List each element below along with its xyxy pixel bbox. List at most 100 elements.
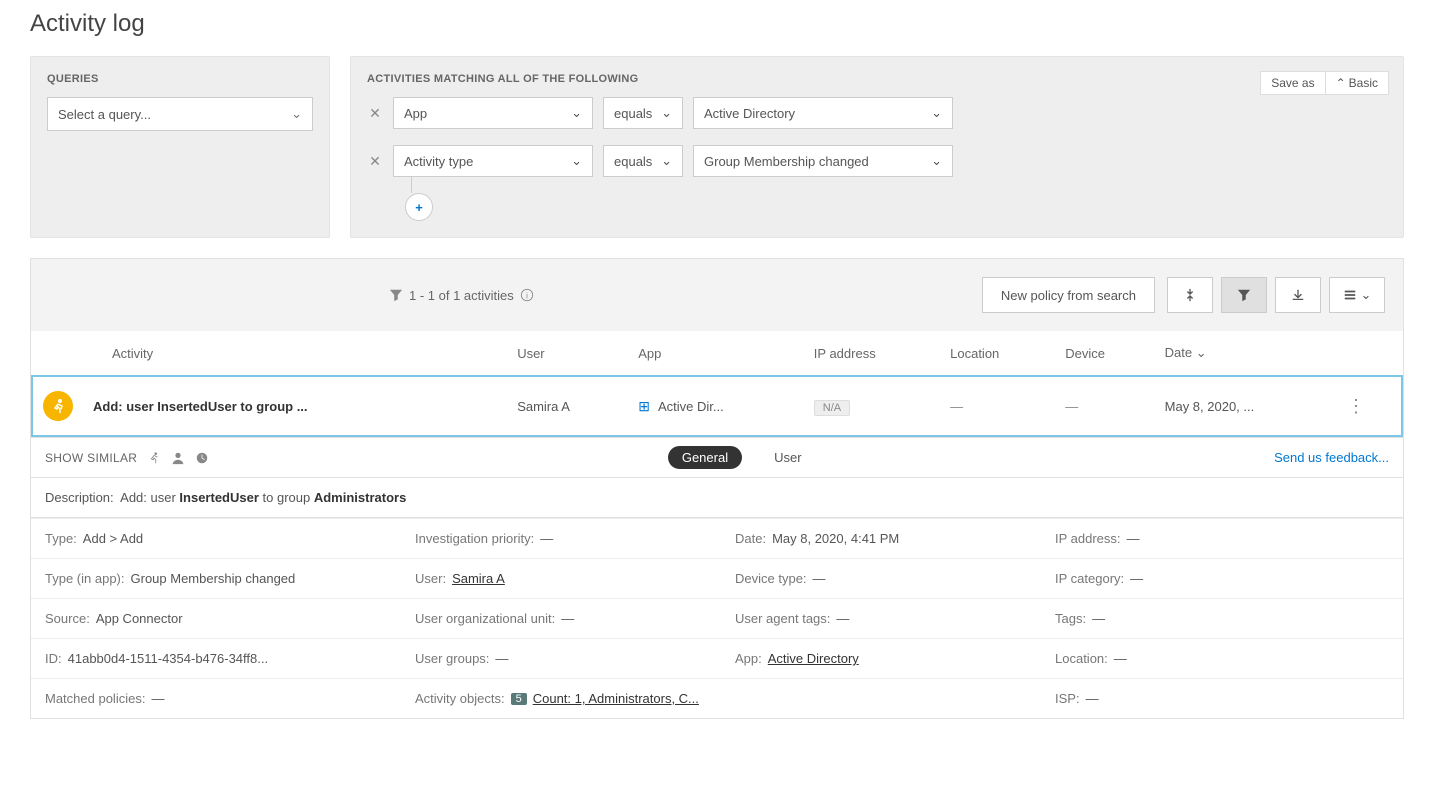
filter-operator-select[interactable]: equals ⌄ [603, 145, 683, 177]
chevron-down-icon: ⌄ [661, 105, 672, 121]
source-key: Source: [45, 611, 90, 626]
filter-operator-label: equals [614, 154, 652, 169]
col-device[interactable]: Device [1055, 331, 1154, 376]
chevron-down-icon: ⌄ [1361, 287, 1372, 303]
windows-icon: ⊞ [638, 398, 650, 415]
app-link[interactable]: Active Directory [768, 651, 859, 666]
activity-objects-link[interactable]: Count: 1, Administrators, C... [533, 691, 699, 706]
basic-button[interactable]: ⌃Basic [1326, 71, 1389, 95]
isp-key: ISP: [1055, 691, 1080, 706]
results-panel: 1 - 1 of 1 activities i New policy from … [30, 258, 1404, 719]
description-user: InsertedUser [179, 490, 258, 505]
running-person-icon [50, 398, 66, 414]
table-row[interactable]: Add: user InsertedUser to group ... Sami… [32, 376, 1402, 436]
query-select-placeholder: Select a query... [58, 107, 151, 122]
tab-user[interactable]: User [760, 446, 815, 469]
user-agent-tags-value: — [836, 611, 849, 626]
activity-title: Add: user InsertedUser to group ... [93, 399, 308, 414]
feedback-link[interactable]: Send us feedback... [1274, 450, 1389, 465]
new-policy-button[interactable]: New policy from search [982, 277, 1155, 313]
date-value: May 8, 2020, 4:41 PM [772, 531, 899, 546]
results-count-text: 1 - 1 of 1 activities [409, 288, 514, 303]
col-ip[interactable]: IP address [804, 331, 940, 376]
investigation-priority-key: Investigation priority: [415, 531, 534, 546]
filter-field-select[interactable]: Activity type ⌄ [393, 145, 593, 177]
description-label: Description: [45, 490, 114, 505]
filter-icon [389, 288, 403, 302]
user-icon[interactable] [171, 451, 185, 465]
cell-date: May 8, 2020, ... [1155, 376, 1337, 436]
info-icon[interactable]: i [520, 288, 534, 302]
ip-address-key: IP address: [1055, 531, 1121, 546]
description-mid: to group [259, 490, 314, 505]
tags-value: — [1092, 611, 1105, 626]
chevron-down-icon: ⌄ [931, 153, 942, 169]
add-filter-button[interactable]: + [405, 193, 433, 221]
chevron-down-icon: ⌄ [931, 105, 942, 121]
filters-panel: Save as ⌃Basic ACTIVITIES MATCHING ALL O… [350, 56, 1404, 238]
filter-row: ✕ Activity type ⌄ equals ⌄ Group Members… [367, 145, 1387, 177]
user-agent-tags-key: User agent tags: [735, 611, 830, 626]
queries-panel: QUERIES Select a query... ⌄ [30, 56, 330, 238]
remove-filter-button[interactable]: ✕ [367, 153, 383, 170]
filter-field-label: App [404, 106, 427, 121]
download-button[interactable] [1275, 277, 1321, 313]
cell-app: Active Dir... [658, 399, 724, 414]
user-groups-value: — [495, 651, 508, 666]
view-options-button[interactable]: ⌄ [1329, 277, 1385, 313]
activity-objects-key: Activity objects: [415, 691, 505, 706]
description-group: Administrators [314, 490, 406, 505]
page-title: Activity log [30, 10, 1404, 38]
chevron-down-icon: ⌄ [291, 106, 302, 122]
type-key: Type: [45, 531, 77, 546]
col-date-label: Date [1165, 345, 1192, 360]
col-location[interactable]: Location [940, 331, 1055, 376]
filters-heading: ACTIVITIES MATCHING ALL OF THE FOLLOWING [367, 73, 1387, 85]
row-actions-button[interactable]: ⋮ [1347, 396, 1365, 416]
running-person-icon[interactable] [147, 451, 161, 465]
tab-general[interactable]: General [668, 446, 742, 469]
id-value: 41abb0d4-1511-4354-b476-34ff8... [68, 651, 268, 666]
filter-toggle-button[interactable] [1221, 277, 1267, 313]
activity-objects-badge: 5 [511, 693, 527, 705]
user-ou-value: — [561, 611, 574, 626]
user-ou-key: User organizational unit: [415, 611, 555, 626]
filter-operator-select[interactable]: equals ⌄ [603, 97, 683, 129]
type-value: Add > Add [83, 531, 143, 546]
description-row: Description: Add: user InsertedUser to g… [31, 477, 1403, 517]
ip-category-key: IP category: [1055, 571, 1124, 586]
chevron-down-icon: ⌄ [571, 153, 582, 169]
clock-icon[interactable] [195, 451, 209, 465]
location-value: — [1114, 651, 1127, 666]
source-value: App Connector [96, 611, 183, 626]
collapse-button[interactable] [1167, 277, 1213, 313]
col-user[interactable]: User [507, 331, 628, 376]
investigation-priority-value: — [540, 531, 553, 546]
filter-value-label: Active Directory [704, 106, 795, 121]
isp-value: — [1086, 691, 1099, 706]
filter-value-label: Group Membership changed [704, 154, 869, 169]
chevron-down-icon: ⌄ [1196, 345, 1207, 360]
col-date[interactable]: Date ⌄ [1155, 331, 1337, 376]
filter-value-select[interactable]: Group Membership changed ⌄ [693, 145, 953, 177]
col-app[interactable]: App [628, 331, 804, 376]
user-link[interactable]: Samira A [452, 571, 505, 586]
matched-policies-value: — [151, 691, 164, 706]
list-icon [1343, 288, 1357, 302]
filter-field-select[interactable]: App ⌄ [393, 97, 593, 129]
ip-address-value: — [1127, 531, 1140, 546]
filter-value-select[interactable]: Active Directory ⌄ [693, 97, 953, 129]
query-select[interactable]: Select a query... ⌄ [47, 97, 313, 131]
connector-line [411, 177, 412, 193]
remove-filter-button[interactable]: ✕ [367, 105, 383, 122]
id-key: ID: [45, 651, 62, 666]
filter-row: ✕ App ⌄ equals ⌄ Active Directory ⌄ [367, 97, 1387, 129]
download-icon [1291, 288, 1305, 302]
app-key: App: [735, 651, 762, 666]
user-groups-key: User groups: [415, 651, 489, 666]
device-type-value: — [813, 571, 826, 586]
save-as-button[interactable]: Save as [1260, 71, 1325, 95]
results-table: Activity User App IP address Location De… [31, 331, 1403, 437]
filter-field-label: Activity type [404, 154, 473, 169]
col-activity[interactable]: Activity [32, 331, 507, 376]
